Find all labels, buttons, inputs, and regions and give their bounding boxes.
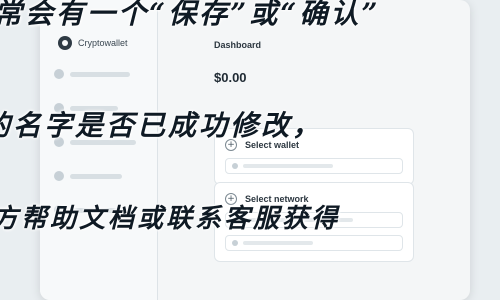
overlay-caption-line2: 的名字是否已成功修改， xyxy=(0,109,324,142)
item-icon xyxy=(54,69,64,79)
app-window: Cryptowallet Dashboard $0.00 + Select wa… xyxy=(40,0,470,300)
balance-value: $0.00 xyxy=(214,70,247,85)
field-icon xyxy=(232,240,238,246)
placeholder-bar xyxy=(243,241,313,245)
main-panel: Dashboard $0.00 + Select wallet + Select… xyxy=(172,0,457,300)
placeholder-bar xyxy=(243,164,333,168)
logo-icon xyxy=(58,36,72,50)
page-title: Dashboard xyxy=(214,40,262,50)
sidebar-item[interactable] xyxy=(54,64,157,84)
item-icon xyxy=(54,171,64,181)
placeholder-bar xyxy=(70,173,122,179)
sidebar: Cryptowallet xyxy=(40,0,158,300)
sidebar-item[interactable] xyxy=(54,166,157,186)
brand-name: Cryptowallet xyxy=(78,38,128,48)
wallet-field[interactable] xyxy=(225,158,403,174)
overlay-caption-line1: 常会有一个“保存”或“确认” xyxy=(0,0,381,30)
network-field[interactable] xyxy=(225,235,403,251)
field-icon xyxy=(232,163,238,169)
placeholder-bar xyxy=(70,71,130,77)
overlay-caption-line3: 方帮助文档或联系客服获得 xyxy=(0,204,341,234)
